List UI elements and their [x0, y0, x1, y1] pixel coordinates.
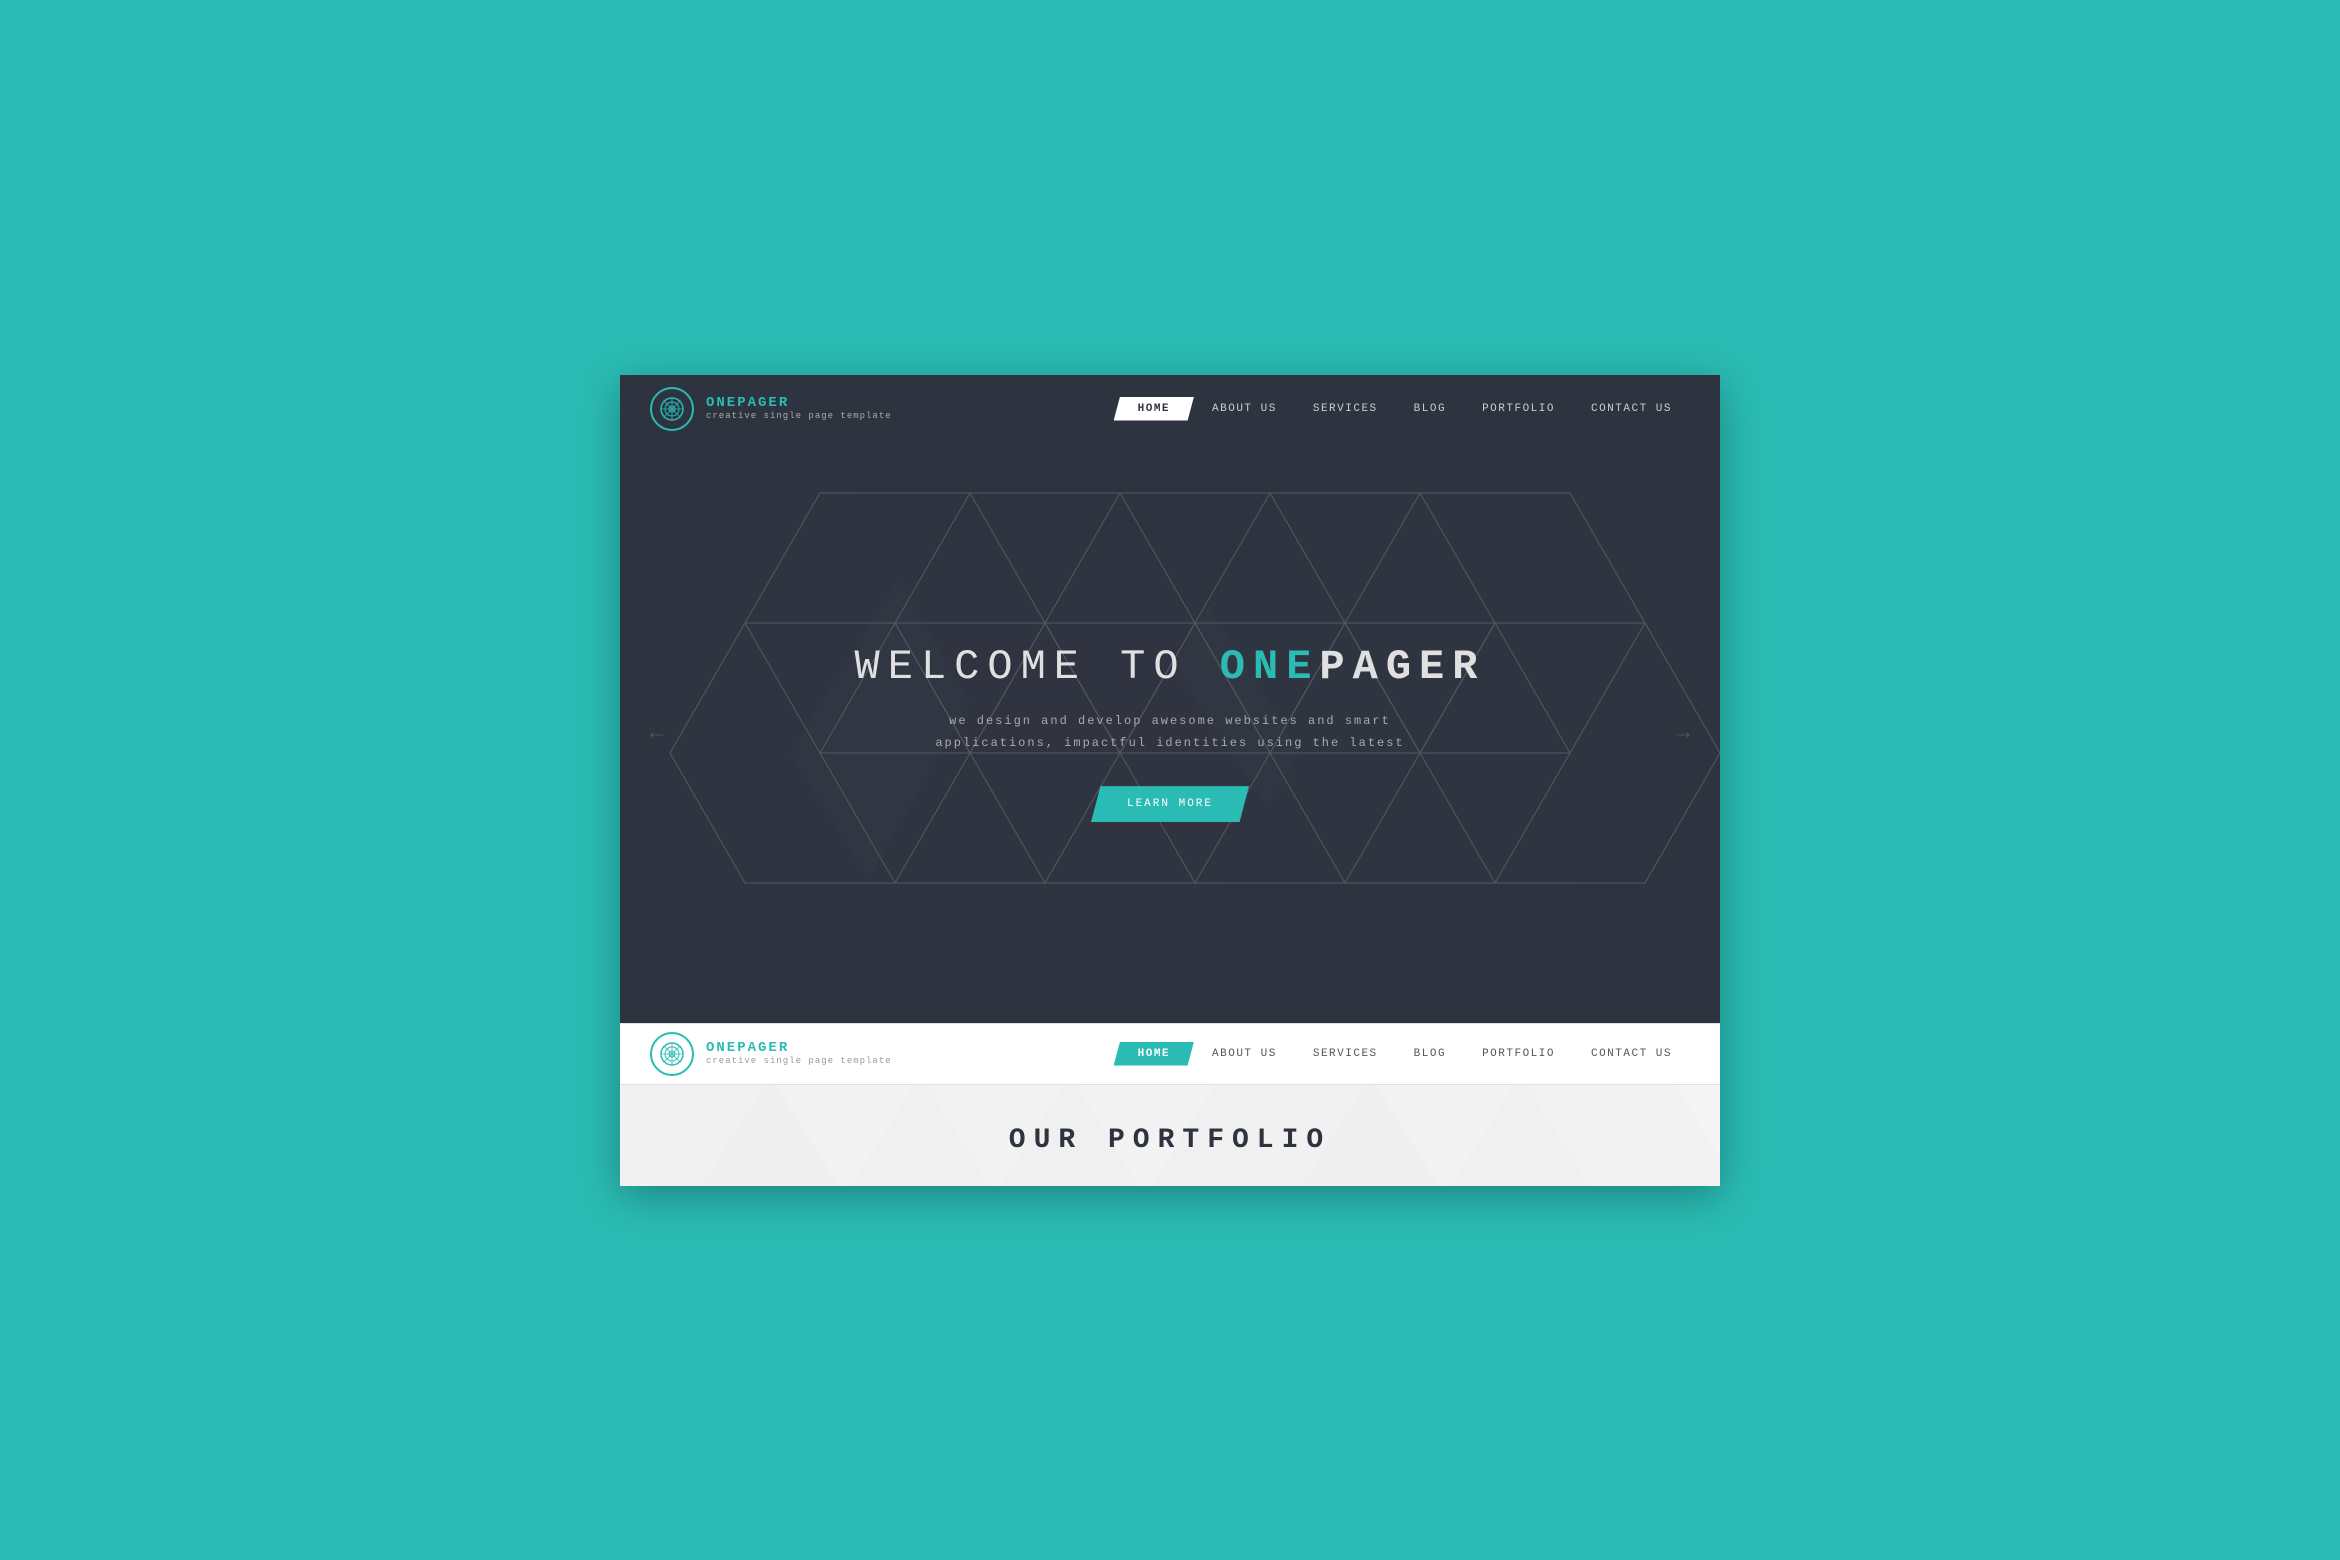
nav-about[interactable]: ABOUT US [1194, 397, 1295, 421]
portfolio-title: OUR PORTFOLIO [650, 1125, 1690, 1166]
bottom-nav-links: HOME ABOUT US SERVICES BLOG PORTFOLIO CO… [1114, 1042, 1690, 1066]
bottom-logo-icon [650, 1032, 694, 1076]
bottom-nav-services[interactable]: SERVICES [1295, 1042, 1396, 1066]
bottom-logo: ONEPAGER creative single page template [650, 1032, 892, 1076]
nav-home[interactable]: HOME [1114, 397, 1194, 421]
bottom-nav-home[interactable]: HOME [1114, 1042, 1194, 1066]
bottom-logo-name: ONEPAGER [706, 1041, 892, 1056]
bottom-nav-about[interactable]: ABOUT US [1194, 1042, 1295, 1066]
top-navbar: ONEPAGER creative single page template H… [620, 375, 1720, 443]
browser-window: ONEPAGER creative single page template H… [620, 375, 1720, 1186]
bottom-nav-portfolio[interactable]: PORTFOLIO [1464, 1042, 1573, 1066]
hero-content: WELCOME TO ONEPAGER we design and develo… [815, 643, 1526, 822]
bottom-navbar: ONEPAGER creative single page template H… [620, 1023, 1720, 1085]
hero-section: ← WELCOME TO ONEPAGER we design and deve… [620, 443, 1720, 1023]
logo-icon [650, 387, 694, 431]
logo-name: ONEPAGER [706, 396, 892, 411]
nav-blog[interactable]: BLOG [1396, 397, 1464, 421]
nav-contact[interactable]: CONTACT US [1573, 397, 1690, 421]
hero-subtitle: we design and develop awesome websites a… [855, 711, 1486, 754]
bottom-logo-text: ONEPAGER creative single page template [706, 1041, 892, 1066]
hero-title: WELCOME TO ONEPAGER [855, 643, 1486, 691]
hero-next-button[interactable]: → [1667, 710, 1700, 755]
logo-text: ONEPAGER creative single page template [706, 396, 892, 421]
bottom-nav-contact[interactable]: CONTACT US [1573, 1042, 1690, 1066]
hero-cta-button[interactable]: LEARN MORE [1091, 786, 1249, 822]
top-logo: ONEPAGER creative single page template [650, 387, 892, 431]
hero-prev-button[interactable]: ← [640, 710, 673, 755]
nav-services[interactable]: SERVICES [1295, 397, 1396, 421]
bottom-nav-blog[interactable]: BLOG [1396, 1042, 1464, 1066]
nav-portfolio[interactable]: PORTFOLIO [1464, 397, 1573, 421]
logo-subtitle: creative single page template [706, 411, 892, 421]
bottom-logo-subtitle: creative single page template [706, 1056, 892, 1066]
portfolio-section: OUR PORTFOLIO [620, 1085, 1720, 1186]
top-nav-links: HOME ABOUT US SERVICES BLOG PORTFOLIO CO… [1114, 397, 1690, 421]
